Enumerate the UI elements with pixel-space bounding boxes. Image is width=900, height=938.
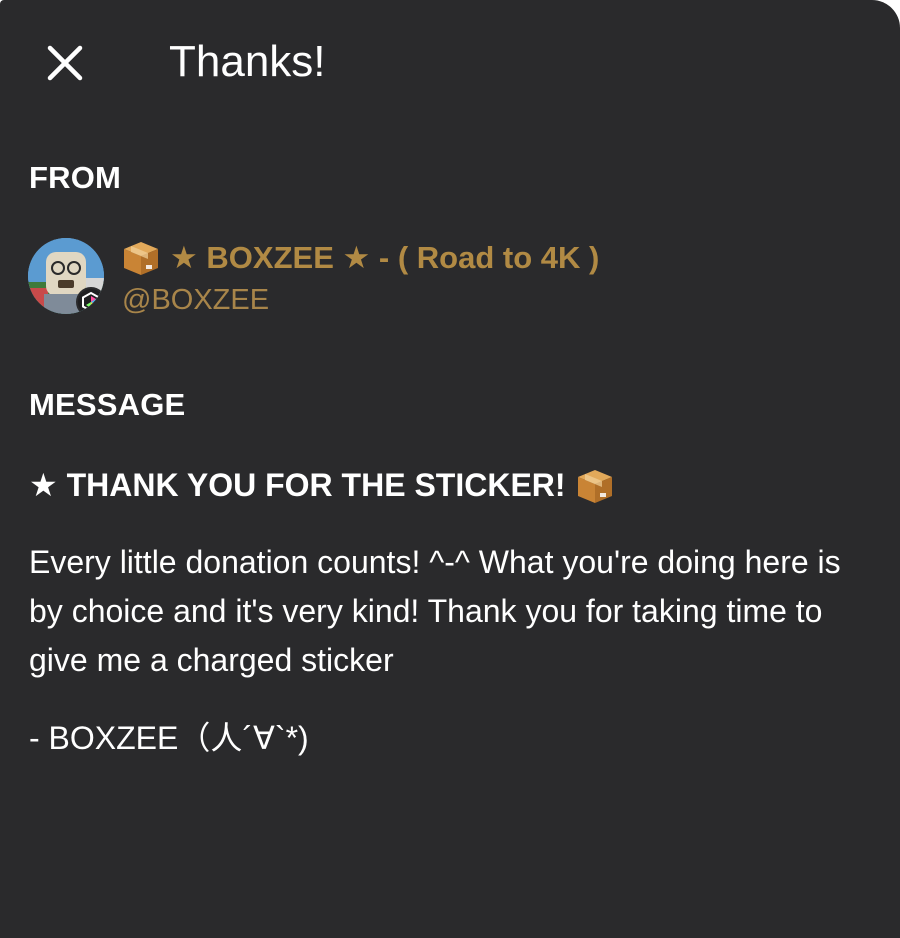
package-box-icon: [574, 465, 616, 505]
close-icon: [47, 45, 83, 81]
header: Thanks!: [0, 0, 900, 125]
avatar[interactable]: [28, 238, 104, 314]
thanks-sheet: Thanks! FROM ★ BOXZEE ★ - (Road to 4K)…: [0, 0, 900, 938]
hexagon-badge-icon: [76, 287, 104, 314]
message-headline: ★ THANK YOU FOR THE STICKER!: [29, 462, 616, 508]
sender-name[interactable]: ★ BOXZEE ★ - ( Road to 4K ): [120, 238, 599, 278]
page-title: Thanks!: [169, 37, 326, 86]
package-box-icon: [120, 239, 162, 278]
from-label: FROM: [29, 160, 122, 195]
sender-name-text: ★ BOXZEE ★ - ( Road to 4K ): [170, 240, 600, 275]
sender-handle[interactable]: @BOXZEE: [122, 284, 269, 317]
message-label: MESSAGE: [29, 387, 186, 422]
close-button[interactable]: [40, 37, 92, 89]
message-signoff: - BOXZEE（人´∀`*): [29, 720, 309, 756]
headline-text: ★ THANK YOU FOR THE STICKER!: [29, 467, 566, 503]
sender-row[interactable]: ★ BOXZEE ★ - ( Road to 4K ) @BOXZEE: [28, 238, 868, 318]
message-body: Every little donation counts! ^-^ What y…: [29, 544, 841, 678]
